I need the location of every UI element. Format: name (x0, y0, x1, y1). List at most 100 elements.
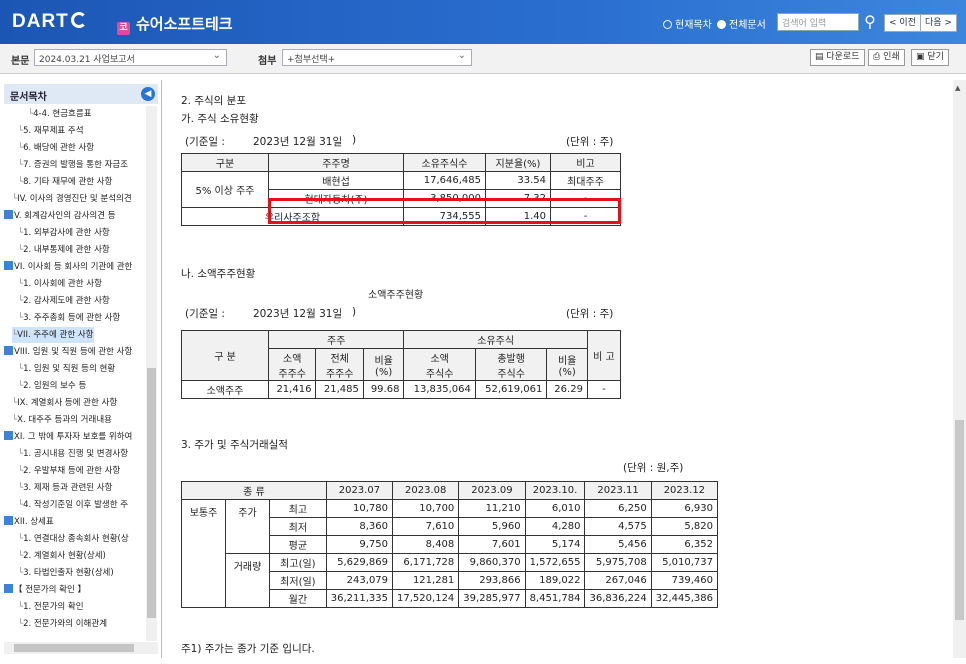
toc-scroll-thumb[interactable] (147, 368, 156, 618)
toc-hscrollbar[interactable] (4, 642, 158, 654)
toc-item-label: 1. 공시내용 진행 및 변경사항 (23, 449, 129, 459)
search-icon[interactable]: ⚲ (860, 12, 880, 32)
table-header: 비 고 (586, 330, 622, 381)
table-header: 2023.09 (458, 481, 526, 500)
unit-label: (단위 : 주) (566, 136, 614, 148)
prev-button[interactable]: < 이전 (884, 14, 921, 32)
radio-current-toc[interactable]: 현재목차 (663, 16, 712, 31)
toc-item-label: 2. 우발부채 등에 관한 사항 (23, 466, 121, 476)
document-scrollbar[interactable]: ▲ (953, 80, 966, 658)
toc-item-label: 1. 외부감사에 관한 사항 (23, 228, 110, 238)
toc-item[interactable]: └IV. 이사의 경영진단 및 분석의견 (12, 191, 132, 207)
toc-item[interactable]: 【 전문가의 확인 】 (4, 582, 86, 598)
toc-item-label: 【 전문가의 확인 】 (14, 585, 87, 595)
toc-item-label: IX. 계열회사 등에 관한 사항 (17, 398, 118, 408)
toc-item[interactable]: XI. 그 밖에 투자자 보호를 위하여 (4, 429, 132, 445)
toc-item[interactable]: └1. 전문가의 확인 (18, 599, 84, 615)
radio-all-docs[interactable]: 전체문서 (717, 16, 766, 31)
next-button[interactable]: 다음 > (920, 14, 957, 32)
toc-item[interactable]: └VII. 주주에 관한 사항 (12, 327, 94, 343)
toc-item[interactable]: XII. 상세표 (4, 514, 54, 530)
table-cell: 10,700 (392, 499, 460, 518)
toc-item[interactable]: └2. 임원의 보수 등 (18, 378, 86, 394)
download-button[interactable]: ▤ 다운로드 (810, 49, 865, 66)
toc-item[interactable]: └2. 내부통제에 관한 사항 (18, 242, 110, 258)
table-header: 2023.10. (524, 481, 586, 500)
table-cell: 5,629,869 (325, 553, 394, 572)
table-cell: 13,835,064 (403, 380, 476, 399)
folder-checkbox-icon[interactable] (4, 584, 13, 593)
document-scroll-thumb[interactable] (955, 420, 964, 620)
table-cell: 267,046 (584, 571, 652, 590)
dart-logo[interactable]: DART (12, 11, 87, 33)
toc-item[interactable]: └1. 임원 및 직원 등의 현황 (18, 361, 115, 377)
table-caption: 소액주주현황 (368, 290, 424, 301)
toc-item[interactable]: └1. 외부감사에 관한 사항 (18, 225, 110, 241)
toc-item[interactable]: └3. 제재 등과 관련된 사항 (18, 480, 112, 496)
report-select[interactable]: 2024.03.21 사업보고서 ⌄ (34, 49, 227, 66)
toc-item[interactable]: └4-4. 현금흐름표 (28, 106, 92, 122)
toc-item[interactable]: └2. 계열회사 현황(상세) (18, 548, 106, 564)
table-header: 2023.12 (650, 481, 719, 500)
toc-item-label: 8. 기타 재무에 관한 사항 (23, 177, 113, 187)
toc-item[interactable]: └2. 우발부채 등에 관한 사항 (18, 463, 120, 479)
toc-scrollbar[interactable] (146, 106, 157, 641)
folder-checkbox-icon[interactable] (4, 431, 13, 440)
dart-logo-icon (70, 12, 87, 28)
toc-item[interactable]: V. 회계감사인의 감사의견 등 (4, 208, 116, 224)
table-cell: 7,601 (458, 535, 526, 554)
unit-label: (단위 : 주) (566, 308, 614, 320)
attach-select[interactable]: +첨부선택+ ⌄ (282, 49, 472, 66)
toc-item[interactable]: └IX. 계열회사 등에 관한 사항 (12, 395, 117, 411)
toc-item[interactable]: └X. 대주주 등과의 거래내용 (12, 412, 112, 428)
print-button[interactable]: ⎙ 인쇄 (868, 49, 905, 66)
toc-item[interactable]: └2. 감사제도에 관한 사항 (18, 293, 110, 309)
table-cell: 5,174 (524, 535, 586, 554)
toc-item[interactable]: └6. 배당에 관한 사항 (18, 140, 94, 156)
table-header: 전체 주주수 (315, 348, 364, 381)
toc-item[interactable]: └8. 기타 재무에 관한 사항 (18, 174, 112, 190)
table-cell: 52,619,061 (474, 380, 548, 399)
toc-item[interactable]: └7. 증권의 발행을 통한 자금조 (18, 157, 128, 173)
close-button[interactable]: ▣ 닫기 (911, 49, 949, 66)
toc-item-label: IV. 이사의 경영진단 및 분석의견 (17, 194, 132, 204)
table-row: 소액주주 21,416 21,485 99.68 13,835,064 52,6… (181, 380, 622, 399)
folder-checkbox-icon[interactable] (4, 261, 13, 270)
table-row: 거래량 최고(일) 5,629,869 6,171,728 9,860,370 1,572… (182, 553, 719, 608)
toc-item[interactable]: └1. 연결대상 종속회사 현황(상 (18, 531, 129, 547)
toc-item-label: 2. 임원의 보수 등 (23, 381, 87, 391)
table-cell: 4,280 (524, 517, 586, 536)
folder-checkbox-icon[interactable] (4, 346, 13, 355)
toc-item[interactable]: └1. 이사회에 관한 사항 (18, 276, 102, 292)
scroll-up-icon[interactable]: ▲ (955, 84, 960, 92)
toc-item[interactable]: └3. 타법인출자 현황(상세) (18, 565, 114, 581)
toc-item[interactable]: └3. 주주총회 등에 관한 사항 (18, 310, 120, 326)
minor-shareholders-table: 구 분 주주 소유주식 비 고 소액 주주수 전체 주주수 비율 (%) 소액 … (181, 330, 622, 399)
table-cell: 1,572,655 (524, 553, 586, 572)
table-cell: 최고(일) (269, 553, 327, 572)
folder-checkbox-icon[interactable] (4, 210, 13, 219)
toc-hscroll-thumb[interactable] (14, 644, 134, 652)
table-header: 소유주식 (403, 330, 588, 349)
toc-item[interactable]: └4. 작성기준일 이후 발생한 주 (18, 497, 128, 513)
stock-price-table: 종 류 2023.07 2023.08 2023.09 2023.10. 202… (181, 481, 719, 608)
base-date: 2023년 12월 31일 (253, 136, 343, 148)
toc-item-label: V. 회계감사인의 감사의견 등 (14, 211, 116, 221)
toc-item[interactable]: └5. 재무제표 주석 (18, 123, 84, 139)
folder-checkbox-icon[interactable] (4, 516, 13, 525)
table-cell: 5,820 (650, 517, 719, 536)
toc-item[interactable]: └1. 공시내용 진행 및 변경사항 (18, 446, 128, 462)
toc-item[interactable]: VI. 이사회 등 회사의 기관에 관한 (4, 259, 132, 275)
table-cell: 평균 (269, 535, 327, 554)
search-input[interactable]: 검색어 입력 (777, 13, 859, 31)
toc-item-label: 2. 내부통제에 관한 사항 (23, 245, 110, 255)
table-cell: 월간 (269, 589, 327, 608)
table-cell: 9,860,370 (458, 553, 526, 572)
table-header: 지분율(%) (485, 153, 551, 172)
toc-item[interactable]: VIII. 임원 및 직원 등에 관한 사항 (4, 344, 132, 360)
collapse-toc-icon[interactable]: ◀ (141, 87, 155, 101)
table-cell: 5% 이상 주주 (181, 171, 269, 208)
toc-item[interactable]: └2. 전문가와의 이해관계 (18, 616, 107, 632)
toc-item-label: 3. 주주총회 등에 관한 사항 (23, 313, 121, 323)
table-cell: 주가 (225, 499, 270, 554)
